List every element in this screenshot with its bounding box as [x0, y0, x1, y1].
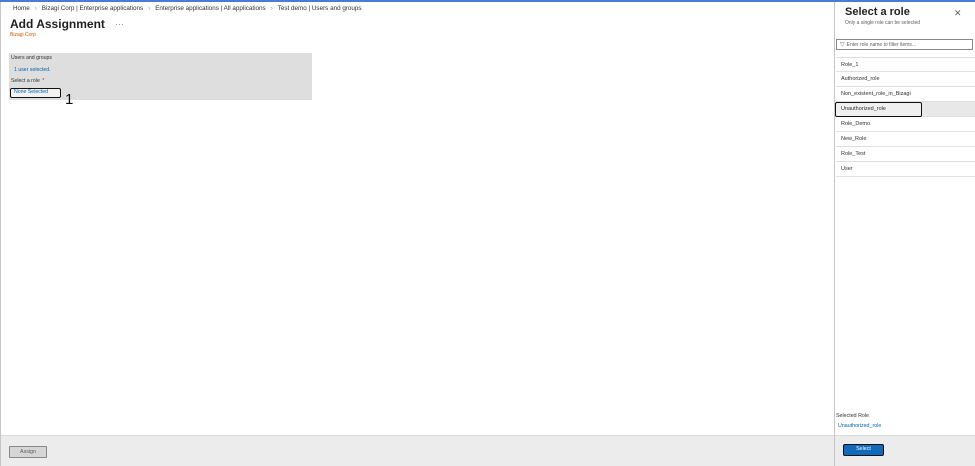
role-item[interactable]: User — [836, 162, 975, 177]
role-filter-input[interactable]: ▽ Enter role name to filter items... — [836, 39, 973, 50]
select-role-pane: Select a role Only a single role can be … — [834, 2, 975, 466]
role-item-label: New_Role — [841, 136, 867, 142]
users-and-groups-label: Users and groups — [11, 55, 52, 61]
footer-bar: Assign — [1, 435, 835, 466]
page-subtitle: Bizagi Corp — [10, 32, 36, 38]
role-item-label: User — [841, 166, 853, 172]
role-item[interactable]: New_Role — [836, 132, 975, 147]
more-options-icon[interactable]: ··· — [115, 19, 124, 29]
assignment-form: Users and groups 1 user selected. Select… — [9, 53, 312, 100]
pane-subtitle: Only a single role can be selected — [845, 20, 921, 26]
breadcrumb-home[interactable]: Home — [13, 5, 30, 12]
breadcrumb-enterprise-apps[interactable]: Bizagi Corp | Enterprise applications — [42, 5, 143, 12]
page-title-text: Add Assignment — [10, 17, 105, 31]
role-item[interactable]: Role_1 — [836, 57, 975, 72]
breadcrumb-all-applications[interactable]: Enterprise applications | All applicatio… — [155, 5, 266, 12]
select-role-label-text: Select a role — [11, 78, 40, 84]
select-button[interactable]: Select — [843, 444, 884, 456]
role-item-label: Role_Test — [841, 151, 866, 157]
filter-icon: ▽ — [840, 42, 845, 48]
chevron-right-icon: › — [270, 5, 273, 12]
role-filter-placeholder: Enter role name to filter items... — [846, 41, 917, 48]
role-item[interactable]: Non_existent_role_in_Bizagi — [836, 87, 975, 102]
role-item[interactable]: Role_Test — [836, 147, 975, 162]
chevron-right-icon: › — [148, 5, 151, 12]
selected-role-value[interactable]: Unauthorized_role — [838, 423, 881, 429]
top-accent-line — [0, 0, 975, 2]
role-item-label: Authorized_role — [841, 76, 880, 82]
role-list: Role_1 Authorized_role Non_existent_role… — [835, 57, 975, 177]
page-title: Add Assignment ··· — [10, 17, 124, 31]
callout-number-1: 1 — [65, 91, 74, 108]
role-selector-link[interactable]: None Selected — [10, 88, 61, 98]
role-item-label: Unauthorized_role — [841, 106, 886, 112]
pane-footer: Select — [835, 435, 975, 466]
role-item-label: Role_1 — [841, 62, 859, 68]
required-marker: * — [42, 78, 45, 84]
breadcrumb-users-and-groups[interactable]: Test demo | Users and groups — [278, 5, 362, 12]
assign-button[interactable]: Assign — [9, 446, 47, 458]
window-left-border — [0, 2, 1, 466]
close-icon[interactable]: ✕ — [954, 8, 962, 19]
breadcrumb: Home › Bizagi Corp | Enterprise applicat… — [13, 5, 362, 12]
role-item[interactable]: Role_Demo — [836, 117, 975, 132]
role-item-label: Role_Demo — [841, 121, 871, 127]
role-item[interactable]: Authorized_role — [836, 72, 975, 87]
selected-role-label: Selected Role — [836, 413, 869, 419]
select-role-label: Select a role * — [11, 78, 44, 84]
chevron-right-icon: › — [34, 5, 37, 12]
pane-title: Select a role — [845, 6, 910, 18]
users-selected-link[interactable]: 1 user selected. — [14, 67, 51, 73]
role-item-selected[interactable]: Unauthorized_role — [835, 102, 975, 117]
role-item-label: Non_existent_role_in_Bizagi — [841, 91, 911, 97]
